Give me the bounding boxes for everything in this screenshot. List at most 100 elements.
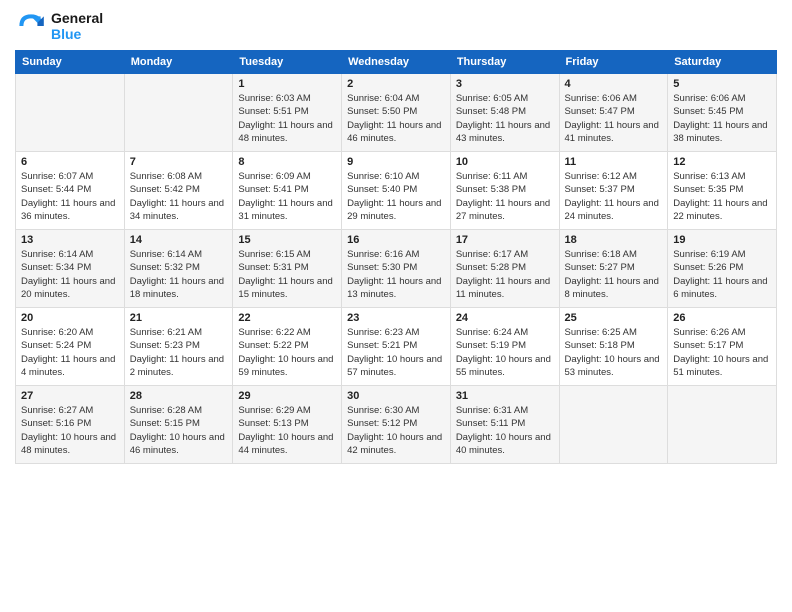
- cell-info: Sunrise: 6:09 AM Sunset: 5:41 PM Dayligh…: [238, 170, 336, 223]
- sunset-text: Sunset: 5:48 PM: [456, 105, 554, 118]
- day-number: 21: [130, 312, 228, 324]
- logo-text: General Blue: [51, 10, 103, 42]
- day-number: 5: [673, 78, 771, 90]
- sunrise-text: Sunrise: 6:29 AM: [238, 404, 336, 417]
- daylight-text: Daylight: 10 hours and 40 minutes.: [456, 431, 554, 458]
- sunset-text: Sunset: 5:19 PM: [456, 339, 554, 352]
- cell-info: Sunrise: 6:03 AM Sunset: 5:51 PM Dayligh…: [238, 92, 336, 145]
- day-number: 29: [238, 390, 336, 402]
- day-number: 18: [565, 234, 663, 246]
- sunset-text: Sunset: 5:11 PM: [456, 417, 554, 430]
- cell-info: Sunrise: 6:12 AM Sunset: 5:37 PM Dayligh…: [565, 170, 663, 223]
- day-number: 31: [456, 390, 554, 402]
- daylight-text: Daylight: 10 hours and 46 minutes.: [130, 431, 228, 458]
- header-cell-monday: Monday: [124, 51, 233, 74]
- day-cell: 22 Sunrise: 6:22 AM Sunset: 5:22 PM Dayl…: [233, 308, 342, 386]
- week-row-4: 20 Sunrise: 6:20 AM Sunset: 5:24 PM Dayl…: [16, 308, 777, 386]
- sunrise-text: Sunrise: 6:31 AM: [456, 404, 554, 417]
- sunset-text: Sunset: 5:38 PM: [456, 183, 554, 196]
- cell-info: Sunrise: 6:27 AM Sunset: 5:16 PM Dayligh…: [21, 404, 119, 457]
- sunrise-text: Sunrise: 6:23 AM: [347, 326, 445, 339]
- day-cell: 9 Sunrise: 6:10 AM Sunset: 5:40 PM Dayli…: [342, 152, 451, 230]
- sunrise-text: Sunrise: 6:10 AM: [347, 170, 445, 183]
- day-number: 19: [673, 234, 771, 246]
- sunset-text: Sunset: 5:35 PM: [673, 183, 771, 196]
- sunrise-text: Sunrise: 6:03 AM: [238, 92, 336, 105]
- cell-info: Sunrise: 6:10 AM Sunset: 5:40 PM Dayligh…: [347, 170, 445, 223]
- day-cell: 4 Sunrise: 6:06 AM Sunset: 5:47 PM Dayli…: [559, 74, 668, 152]
- cell-info: Sunrise: 6:14 AM Sunset: 5:34 PM Dayligh…: [21, 248, 119, 301]
- day-number: 13: [21, 234, 119, 246]
- sunrise-text: Sunrise: 6:28 AM: [130, 404, 228, 417]
- header-cell-saturday: Saturday: [668, 51, 777, 74]
- header-cell-friday: Friday: [559, 51, 668, 74]
- sunset-text: Sunset: 5:13 PM: [238, 417, 336, 430]
- cell-info: Sunrise: 6:28 AM Sunset: 5:15 PM Dayligh…: [130, 404, 228, 457]
- header-cell-sunday: Sunday: [16, 51, 125, 74]
- day-cell: 25 Sunrise: 6:25 AM Sunset: 5:18 PM Dayl…: [559, 308, 668, 386]
- sunset-text: Sunset: 5:34 PM: [21, 261, 119, 274]
- sunrise-text: Sunrise: 6:20 AM: [21, 326, 119, 339]
- week-row-2: 6 Sunrise: 6:07 AM Sunset: 5:44 PM Dayli…: [16, 152, 777, 230]
- daylight-text: Daylight: 11 hours and 29 minutes.: [347, 197, 445, 224]
- sunrise-text: Sunrise: 6:05 AM: [456, 92, 554, 105]
- cell-info: Sunrise: 6:21 AM Sunset: 5:23 PM Dayligh…: [130, 326, 228, 379]
- day-cell: 19 Sunrise: 6:19 AM Sunset: 5:26 PM Dayl…: [668, 230, 777, 308]
- sunset-text: Sunset: 5:28 PM: [456, 261, 554, 274]
- sunrise-text: Sunrise: 6:18 AM: [565, 248, 663, 261]
- day-cell: 8 Sunrise: 6:09 AM Sunset: 5:41 PM Dayli…: [233, 152, 342, 230]
- sunrise-text: Sunrise: 6:25 AM: [565, 326, 663, 339]
- daylight-text: Daylight: 11 hours and 4 minutes.: [21, 353, 119, 380]
- day-number: 26: [673, 312, 771, 324]
- day-cell: 2 Sunrise: 6:04 AM Sunset: 5:50 PM Dayli…: [342, 74, 451, 152]
- sunset-text: Sunset: 5:44 PM: [21, 183, 119, 196]
- cell-info: Sunrise: 6:16 AM Sunset: 5:30 PM Dayligh…: [347, 248, 445, 301]
- daylight-text: Daylight: 10 hours and 55 minutes.: [456, 353, 554, 380]
- day-cell: 18 Sunrise: 6:18 AM Sunset: 5:27 PM Dayl…: [559, 230, 668, 308]
- day-cell: 12 Sunrise: 6:13 AM Sunset: 5:35 PM Dayl…: [668, 152, 777, 230]
- cell-info: Sunrise: 6:11 AM Sunset: 5:38 PM Dayligh…: [456, 170, 554, 223]
- header-cell-tuesday: Tuesday: [233, 51, 342, 74]
- sunset-text: Sunset: 5:24 PM: [21, 339, 119, 352]
- daylight-text: Daylight: 11 hours and 13 minutes.: [347, 275, 445, 302]
- day-cell: 29 Sunrise: 6:29 AM Sunset: 5:13 PM Dayl…: [233, 386, 342, 464]
- day-number: 27: [21, 390, 119, 402]
- cell-info: Sunrise: 6:04 AM Sunset: 5:50 PM Dayligh…: [347, 92, 445, 145]
- sunset-text: Sunset: 5:17 PM: [673, 339, 771, 352]
- daylight-text: Daylight: 11 hours and 46 minutes.: [347, 119, 445, 146]
- sunset-text: Sunset: 5:32 PM: [130, 261, 228, 274]
- header: General Blue: [15, 10, 777, 42]
- daylight-text: Daylight: 11 hours and 31 minutes.: [238, 197, 336, 224]
- daylight-text: Daylight: 11 hours and 2 minutes.: [130, 353, 228, 380]
- sunset-text: Sunset: 5:51 PM: [238, 105, 336, 118]
- day-cell: 21 Sunrise: 6:21 AM Sunset: 5:23 PM Dayl…: [124, 308, 233, 386]
- sunrise-text: Sunrise: 6:27 AM: [21, 404, 119, 417]
- daylight-text: Daylight: 11 hours and 20 minutes.: [21, 275, 119, 302]
- sunrise-text: Sunrise: 6:07 AM: [21, 170, 119, 183]
- sunset-text: Sunset: 5:45 PM: [673, 105, 771, 118]
- day-cell: [668, 386, 777, 464]
- daylight-text: Daylight: 10 hours and 59 minutes.: [238, 353, 336, 380]
- sunset-text: Sunset: 5:31 PM: [238, 261, 336, 274]
- cell-info: Sunrise: 6:26 AM Sunset: 5:17 PM Dayligh…: [673, 326, 771, 379]
- sunrise-text: Sunrise: 6:06 AM: [673, 92, 771, 105]
- cell-info: Sunrise: 6:29 AM Sunset: 5:13 PM Dayligh…: [238, 404, 336, 457]
- day-number: 22: [238, 312, 336, 324]
- day-cell: 31 Sunrise: 6:31 AM Sunset: 5:11 PM Dayl…: [450, 386, 559, 464]
- day-cell: 16 Sunrise: 6:16 AM Sunset: 5:30 PM Dayl…: [342, 230, 451, 308]
- day-number: 16: [347, 234, 445, 246]
- daylight-text: Daylight: 11 hours and 18 minutes.: [130, 275, 228, 302]
- cell-info: Sunrise: 6:07 AM Sunset: 5:44 PM Dayligh…: [21, 170, 119, 223]
- daylight-text: Daylight: 10 hours and 57 minutes.: [347, 353, 445, 380]
- daylight-text: Daylight: 11 hours and 22 minutes.: [673, 197, 771, 224]
- cell-info: Sunrise: 6:13 AM Sunset: 5:35 PM Dayligh…: [673, 170, 771, 223]
- sunrise-text: Sunrise: 6:17 AM: [456, 248, 554, 261]
- daylight-text: Daylight: 11 hours and 36 minutes.: [21, 197, 119, 224]
- daylight-text: Daylight: 11 hours and 11 minutes.: [456, 275, 554, 302]
- sunset-text: Sunset: 5:50 PM: [347, 105, 445, 118]
- sunrise-text: Sunrise: 6:26 AM: [673, 326, 771, 339]
- page: General Blue SundayMondayTuesdayWednesda…: [0, 0, 792, 612]
- day-cell: 6 Sunrise: 6:07 AM Sunset: 5:44 PM Dayli…: [16, 152, 125, 230]
- day-number: 10: [456, 156, 554, 168]
- day-cell: [559, 386, 668, 464]
